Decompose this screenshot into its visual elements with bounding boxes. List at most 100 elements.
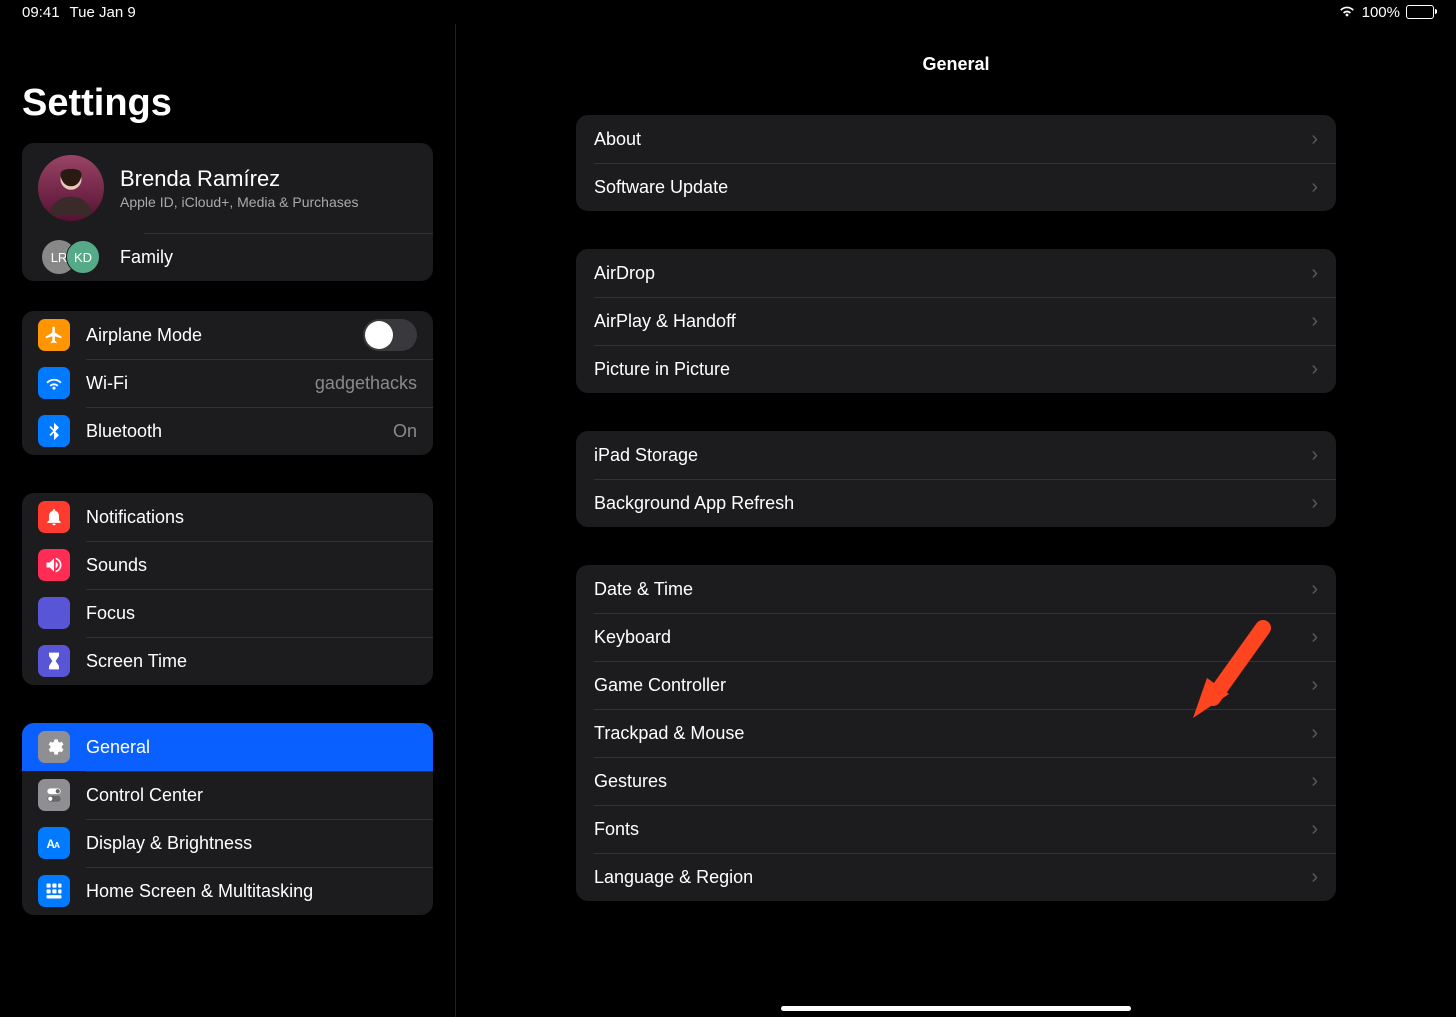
settings-row-fonts[interactable]: Fonts › <box>576 805 1336 853</box>
settings-row-label: Software Update <box>594 177 728 198</box>
sidebar-item-label: General <box>86 737 417 758</box>
settings-row-label: iPad Storage <box>594 445 698 466</box>
sidebar-item-screentime[interactable]: Screen Time <box>22 637 433 685</box>
status-time: 09:41 <box>22 4 60 21</box>
sidebar-item-wifi[interactable]: Wi-Fi gadgethacks <box>22 359 433 407</box>
settings-group: iPad Storage › Background App Refresh › <box>576 431 1336 527</box>
settings-row-label: AirDrop <box>594 263 655 284</box>
settings-row-about[interactable]: About › <box>576 115 1336 163</box>
settings-row-label: Game Controller <box>594 675 726 696</box>
sidebar-item-homescreen[interactable]: Home Screen & Multitasking <box>22 867 433 915</box>
chevron-right-icon: › <box>1311 128 1318 151</box>
settings-group: AirDrop›AirPlay & Handoff›Picture in Pic… <box>576 249 1336 393</box>
bluetooth-value: On <box>393 421 417 442</box>
settings-row-storage[interactable]: iPad Storage › <box>576 431 1336 479</box>
battery-percent: 100% <box>1362 4 1400 21</box>
family-row[interactable]: LR KD Family <box>22 233 433 281</box>
sidebar-item-display[interactable]: AA Display & Brightness <box>22 819 433 867</box>
settings-row-label: Keyboard <box>594 627 671 648</box>
bluetooth-icon <box>38 415 70 447</box>
settings-row-label: About <box>594 129 641 150</box>
sidebar-item-label: Bluetooth <box>86 421 393 442</box>
settings-row-airdrop[interactable]: AirDrop › <box>576 249 1336 297</box>
family-label: Family <box>120 247 417 268</box>
family-member-kd: KD <box>66 240 100 274</box>
main-title: General <box>456 24 1456 115</box>
chevron-right-icon: › <box>1311 492 1318 515</box>
chevron-right-icon: › <box>1311 358 1318 381</box>
airplane-toggle[interactable] <box>363 319 417 351</box>
home-indicator <box>781 1006 1131 1011</box>
sliders-icon <box>38 779 70 811</box>
chevron-right-icon: › <box>1311 818 1318 841</box>
settings-row-gamecontroller[interactable]: Game Controller › <box>576 661 1336 709</box>
chevron-right-icon: › <box>1311 176 1318 199</box>
sidebar-item-sounds[interactable]: Sounds <box>22 541 433 589</box>
chevron-right-icon: › <box>1311 722 1318 745</box>
battery-icon <box>1406 5 1434 19</box>
chevron-right-icon: › <box>1311 770 1318 793</box>
moon-icon <box>38 597 70 629</box>
sidebar-item-general[interactable]: General <box>22 723 433 771</box>
sidebar-item-label: Home Screen & Multitasking <box>86 881 417 902</box>
sidebar-item-label: Focus <box>86 603 417 624</box>
apple-id-row[interactable]: Brenda Ramírez Apple ID, iCloud+, Media … <box>22 143 433 233</box>
chevron-right-icon: › <box>1311 310 1318 333</box>
grid-icon <box>38 875 70 907</box>
sidebar-item-bluetooth[interactable]: Bluetooth On <box>22 407 433 455</box>
sidebar-item-focus[interactable]: Focus <box>22 589 433 637</box>
settings-row-keyboard[interactable]: Keyboard› <box>576 613 1336 661</box>
profile-name: Brenda Ramírez <box>120 166 359 192</box>
settings-row-gestures[interactable]: Gestures › <box>576 757 1336 805</box>
settings-group: Date & Time›Keyboard›Game Controller›Tra… <box>576 565 1336 901</box>
settings-row-datetime[interactable]: Date & Time› <box>576 565 1336 613</box>
textsize-icon: AA <box>38 827 70 859</box>
hourglass-icon <box>38 645 70 677</box>
wifi-value: gadgethacks <box>315 373 417 394</box>
settings-row-label: Language & Region <box>594 867 753 888</box>
status-bar: 09:41 Tue Jan 9 100% <box>0 0 1456 24</box>
sidebar-item-label: Airplane Mode <box>86 325 363 346</box>
settings-row-label: AirPlay & Handoff <box>594 311 736 332</box>
wifi-icon <box>38 367 70 399</box>
gear-icon <box>38 731 70 763</box>
settings-row-pip[interactable]: Picture in Picture › <box>576 345 1336 393</box>
wifi-icon <box>1338 3 1356 21</box>
chevron-right-icon: › <box>1311 262 1318 285</box>
chevron-right-icon: › <box>1311 674 1318 697</box>
speaker-icon <box>38 549 70 581</box>
sidebar-item-notifications[interactable]: Notifications <box>22 493 433 541</box>
svg-text:A: A <box>54 840 60 850</box>
system-group: General Control Center AA Display & Brig… <box>22 723 433 915</box>
status-date: Tue Jan 9 <box>70 4 136 21</box>
sidebar-item-controlcenter[interactable]: Control Center <box>22 771 433 819</box>
settings-row-software-update[interactable]: Software Update › <box>576 163 1336 211</box>
settings-row-trackpad[interactable]: Trackpad & Mouse › <box>576 709 1336 757</box>
settings-sidebar: Settings Brenda Ramírez Apple ID, iCloud… <box>0 24 456 1017</box>
chevron-right-icon: › <box>1311 444 1318 467</box>
settings-row-label: Background App Refresh <box>594 493 794 514</box>
chevron-right-icon: › <box>1311 578 1318 601</box>
sidebar-item-label: Control Center <box>86 785 417 806</box>
settings-row-label: Trackpad & Mouse <box>594 723 744 744</box>
sidebar-item-label: Sounds <box>86 555 417 576</box>
chevron-right-icon: › <box>1311 866 1318 889</box>
sidebar-item-label: Notifications <box>86 507 417 528</box>
profile-group: Brenda Ramírez Apple ID, iCloud+, Media … <box>22 143 433 281</box>
settings-row-label: Picture in Picture <box>594 359 730 380</box>
sidebar-item-label: Screen Time <box>86 651 417 672</box>
settings-row-bg-refresh[interactable]: Background App Refresh › <box>576 479 1336 527</box>
airplane-icon <box>38 319 70 351</box>
settings-row-label: Fonts <box>594 819 639 840</box>
main-pane: General About›Software Update›AirDrop›Ai… <box>456 24 1456 1017</box>
main-content: About›Software Update›AirDrop›AirPlay & … <box>456 115 1456 901</box>
alerts-group: Notifications Sounds Focus Screen Time <box>22 493 433 685</box>
settings-group: About › Software Update › <box>576 115 1336 211</box>
settings-row-language[interactable]: Language & Region › <box>576 853 1336 901</box>
page-title: Settings <box>22 82 433 125</box>
sidebar-item-airplane[interactable]: Airplane Mode <box>22 311 433 359</box>
settings-row-airplay[interactable]: AirPlay & Handoff › <box>576 297 1336 345</box>
settings-row-label: Gestures <box>594 771 667 792</box>
connectivity-group: Airplane Mode Wi-Fi gadgethacks Bluetoot… <box>22 311 433 455</box>
avatar <box>38 155 104 221</box>
